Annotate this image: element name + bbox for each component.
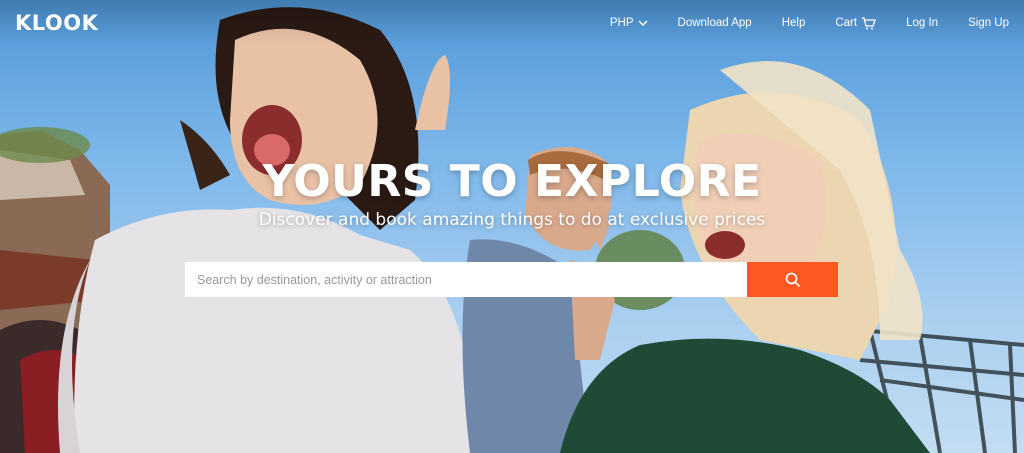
nav-menu: PHP Download App Help Cart Log In Sign U… [610,16,1009,30]
currency-label: PHP [609,17,634,29]
log-in-link[interactable]: Log In [906,17,938,29]
sign-up-link[interactable]: Sign Up [968,17,1009,29]
hero-headline: YOURS TO EXPLORE [262,156,762,207]
hero-banner: KLOOK PHP Download App Help Cart Log In … [0,0,1024,453]
search-button[interactable] [747,262,838,297]
currency-selector[interactable]: PHP [610,17,648,29]
help-link[interactable]: Help [782,17,806,29]
download-app-link[interactable]: Download App [678,17,752,29]
klook-logo[interactable]: KLOOK [15,11,98,35]
cart-icon [861,16,876,30]
search-bar [185,262,838,297]
cart-link[interactable]: Cart [835,16,876,30]
cart-label: Cart [835,17,858,29]
hero-subtitle: Discover and book amazing things to do a… [258,210,766,230]
search-icon [785,272,801,288]
search-input[interactable] [185,262,747,297]
chevron-down-icon [638,20,648,27]
top-navigation-bar: KLOOK PHP Download App Help Cart Log In … [0,0,1024,46]
